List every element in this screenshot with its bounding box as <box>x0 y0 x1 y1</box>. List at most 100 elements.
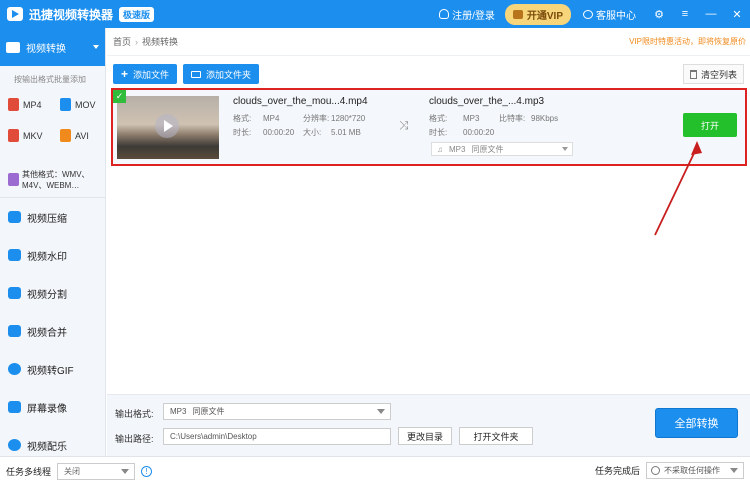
sidebar-item-label: 视频转GIF <box>27 365 74 377</box>
multithread-label: 任务多线程 <box>6 466 52 477</box>
chevron-down-icon <box>377 409 385 414</box>
breadcrumb-home[interactable]: 首页 <box>113 35 131 48</box>
format-other[interactable]: 其他格式：WMV、M4V、WEBM… <box>0 162 105 198</box>
output-select-quality: 同原文件 <box>471 144 504 154</box>
title-bar: 迅捷视频转换器 极速版 注册/登录 开通VIP 客服中心 ⚙ ≡ — ✕ <box>0 0 750 28</box>
output-meta-row2: 时长: 00:00:20 <box>429 126 558 140</box>
sidebar-item-label: 视频压缩 <box>27 213 67 225</box>
output-format: MP3 <box>463 114 480 123</box>
sidebar-item-label: 视频配乐 <box>27 441 67 453</box>
chevron-down-icon <box>121 468 130 474</box>
chevron-down-icon <box>730 468 738 473</box>
vip-label: 开通VIP <box>526 10 563 22</box>
info-icon[interactable]: ! <box>141 465 153 477</box>
edition-badge: 极速版 <box>119 6 155 22</box>
format-label: AVI <box>75 130 89 141</box>
mp4-file-icon <box>8 98 19 111</box>
other-format-icon <box>8 173 19 186</box>
meta-label: 时长: <box>429 128 448 137</box>
after-task-select[interactable]: 不采取任何操作 <box>646 462 744 479</box>
sidebar-item-gif[interactable]: 视频转GIF <box>0 350 105 388</box>
minimize-icon[interactable]: — <box>705 8 717 20</box>
main-panel: 首页 › 视频转换 VIP限时特惠活动，即将恢复原价 + 添加文件 添加文件夹 … <box>107 28 750 456</box>
multithread-select[interactable]: 关闭 <box>57 462 136 480</box>
output-filename: clouds_over_the_...4.mp3 <box>429 96 545 107</box>
meta-label: 格式: <box>233 114 252 123</box>
output-bitrate: 98Kbps <box>531 114 559 123</box>
meta-label: 时长: <box>233 128 252 137</box>
convert-all-button[interactable]: 全部转换 <box>655 408 738 438</box>
mkv-file-icon <box>8 129 19 142</box>
close-icon[interactable]: ✕ <box>731 8 743 21</box>
format-label: MOV <box>75 99 96 110</box>
output-path-field[interactable]: C:\Users\admin\Desktop <box>163 428 391 445</box>
clear-list-label: 清空列表 <box>700 69 737 80</box>
sidebar-item-split[interactable]: 视频分割 <box>0 274 105 312</box>
settings-icon[interactable]: ⚙ <box>653 8 665 21</box>
screen-record-icon <box>8 401 21 413</box>
format-mp4[interactable]: MP4 <box>8 98 42 111</box>
source-size: 5.01 MB <box>331 128 361 137</box>
format-mkv[interactable]: MKV <box>8 129 43 142</box>
breadcrumb-separator: › <box>135 36 139 47</box>
add-folder-label: 添加文件夹 <box>206 69 252 80</box>
change-dir-button[interactable]: 更改目录 <box>398 427 452 445</box>
format-label: MP4 <box>23 99 42 110</box>
source-filename: clouds_over_the_mou...4.mp4 <box>233 96 368 107</box>
format-grid: MP4 MOV MKV AVI <box>0 92 105 162</box>
shuffle-icon: ⤨ <box>399 118 409 132</box>
add-file-button[interactable]: + 添加文件 <box>113 64 178 84</box>
sidebar-item-screen-record[interactable]: 屏幕录像 <box>0 388 105 426</box>
video-convert-icon <box>6 41 20 53</box>
sidebar-item-merge[interactable]: 视频合并 <box>0 312 105 350</box>
multithread-value: 关闭 <box>64 466 81 476</box>
meta-label: 分辨率: <box>303 114 330 123</box>
music-note-icon: ♫ <box>437 144 443 154</box>
login-link[interactable]: 注册/登录 <box>439 7 495 22</box>
play-icon[interactable] <box>155 114 179 138</box>
output-path-label: 输出路径: <box>115 434 154 444</box>
output-info: clouds_over_the_...4.mp3 格式: MP3 比特率: 98Kbp… <box>429 96 558 140</box>
support-label: 客服中心 <box>596 10 636 22</box>
chat-icon <box>583 9 593 19</box>
add-folder-button[interactable]: 添加文件夹 <box>183 64 260 84</box>
output-format-select[interactable]: ♫ MP3 同原文件 <box>431 142 573 156</box>
output-meta-row1: 格式: MP3 比特率: 98Kbps <box>429 112 558 126</box>
check-icon[interactable]: ✓ <box>113 90 126 103</box>
open-folder-button[interactable]: 打开文件夹 <box>459 427 533 445</box>
split-icon <box>8 287 21 299</box>
chevron-down-icon <box>93 45 99 49</box>
promo-notice[interactable]: VIP限时特惠活动，即将恢复原价 <box>629 36 746 47</box>
trash-icon <box>689 69 697 79</box>
sidebar-item-compress[interactable]: 视频压缩 <box>0 198 105 236</box>
toolbar: + 添加文件 添加文件夹 <box>113 64 265 84</box>
format-mov[interactable]: MOV <box>60 98 96 111</box>
output-format-dropdown[interactable]: MP3 同原文件 <box>163 403 391 420</box>
sidebar-item-watermark[interactable]: 视频水印 <box>0 236 105 274</box>
crown-icon <box>512 9 523 19</box>
avi-file-icon <box>60 129 71 142</box>
source-duration: 00:00:20 <box>263 128 295 137</box>
gif-icon <box>8 363 21 375</box>
meta-label: 格式: <box>429 114 448 123</box>
video-thumbnail[interactable] <box>117 96 219 159</box>
output-select-format: MP3 <box>449 144 466 154</box>
user-icon <box>439 9 450 19</box>
status-bar: 任务多线程 关闭 ! 任务完成后 不采取任何操作 <box>0 456 750 485</box>
source-format: MP4 <box>263 114 280 123</box>
sidebar-item-label: 视频分割 <box>27 289 67 301</box>
login-label: 注册/登录 <box>452 10 495 22</box>
vip-button[interactable]: 开通VIP <box>504 3 571 25</box>
support-link[interactable]: 客服中心 <box>583 7 636 22</box>
mov-file-icon <box>60 98 71 111</box>
format-avi[interactable]: AVI <box>60 129 89 142</box>
watermark-icon <box>8 249 21 261</box>
music-icon <box>8 439 21 451</box>
after-task-value: 不采取任何操作 <box>664 466 720 475</box>
clock-icon <box>651 466 660 475</box>
add-file-label: 添加文件 <box>133 69 170 80</box>
clear-list-button[interactable]: 清空列表 <box>682 64 744 84</box>
menu-icon[interactable]: ≡ <box>679 8 691 20</box>
sidebar-item-video-convert[interactable]: 视频转换 <box>0 28 105 66</box>
sidebar-item-label: 屏幕录像 <box>27 403 67 415</box>
